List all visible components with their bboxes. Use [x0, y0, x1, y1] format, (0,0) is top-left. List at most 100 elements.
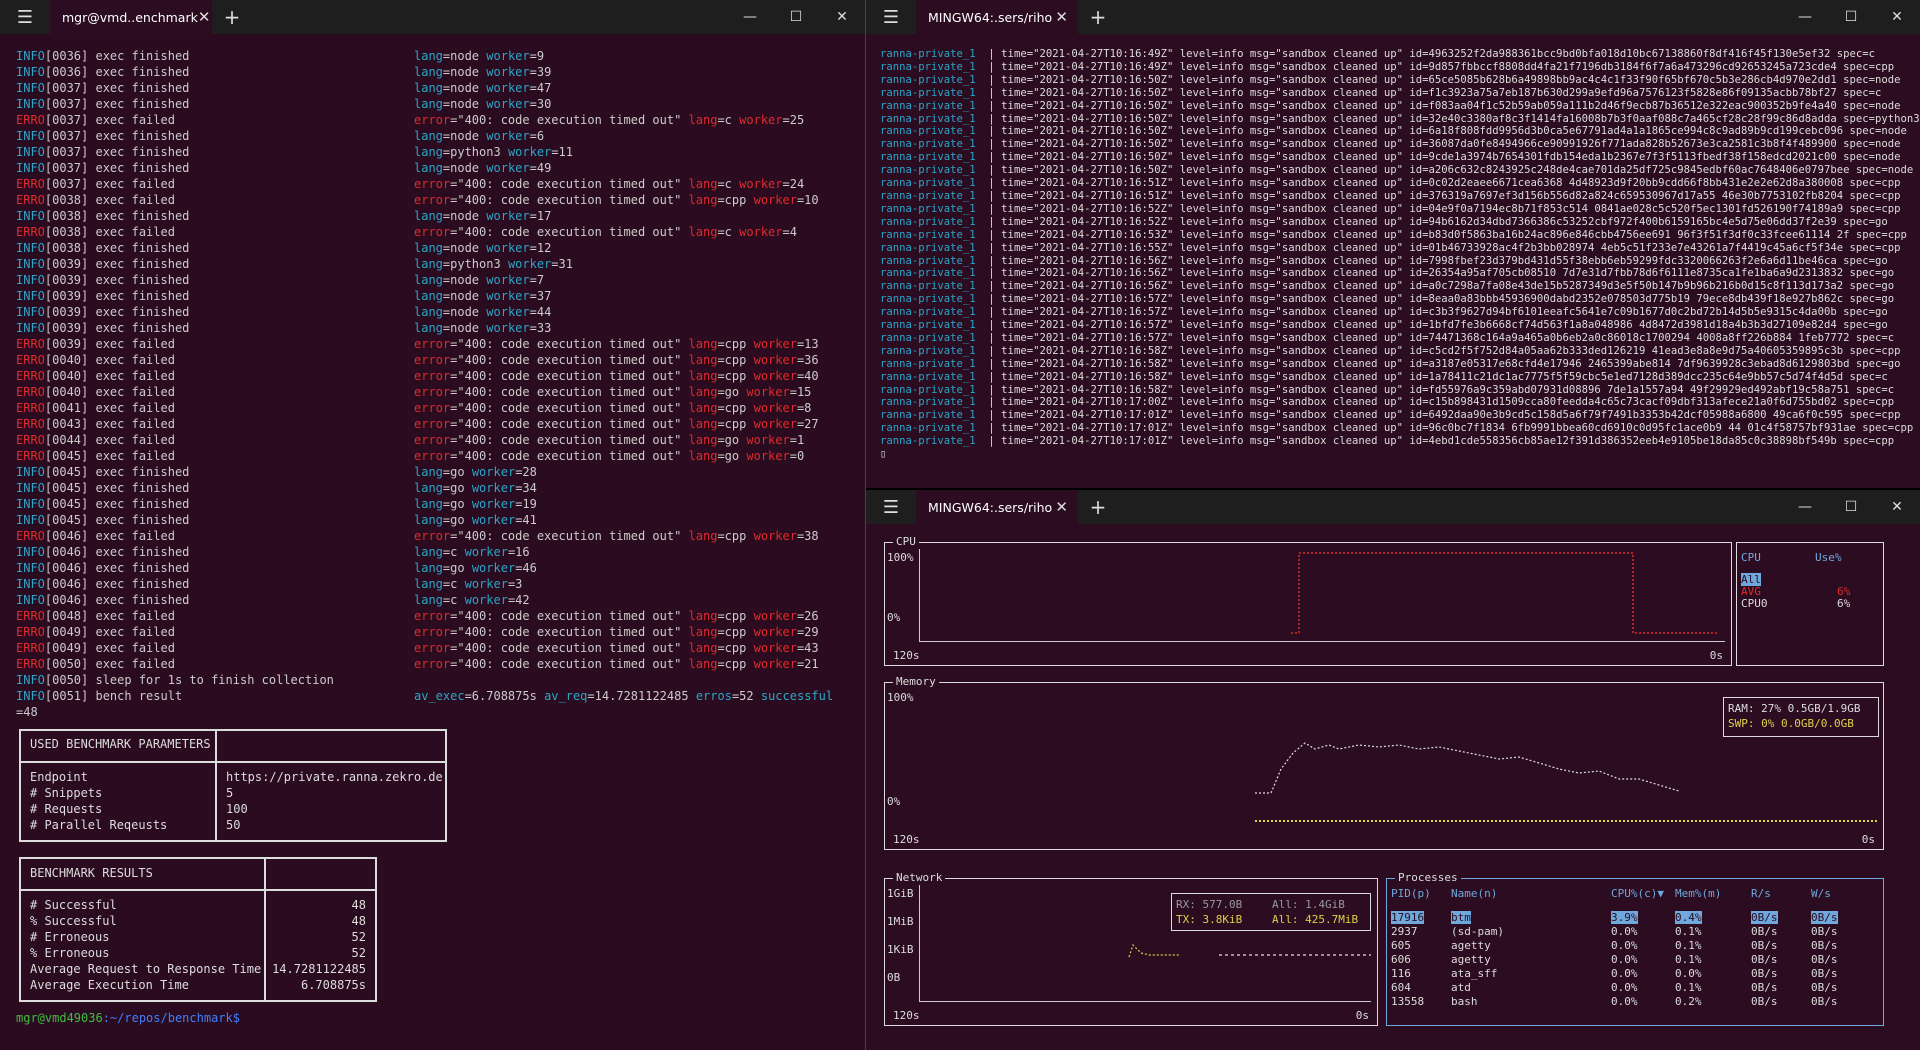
- process-cell[interactable]: 13558: [1391, 995, 1424, 1008]
- process-col-header[interactable]: Mem%(m): [1675, 887, 1721, 900]
- field-value: =37: [529, 289, 552, 303]
- log-fields: lang=node worker=47: [414, 80, 551, 96]
- process-cell[interactable]: atd: [1451, 981, 1471, 994]
- process-cell[interactable]: btm: [1451, 911, 1471, 924]
- new-tab-icon[interactable]: +: [1078, 5, 1118, 29]
- field-value: =41: [515, 513, 537, 527]
- process-cell[interactable]: 2937: [1391, 925, 1418, 938]
- process-cell[interactable]: 0B/s: [1751, 925, 1778, 938]
- process-cell[interactable]: bash: [1451, 995, 1478, 1008]
- process-cell[interactable]: 0.0%: [1611, 967, 1638, 980]
- table-value: https://private.ranna.zekro.de: [226, 770, 443, 784]
- field-key: lang: [414, 321, 443, 335]
- log-message: ERRO[0039] exec failed: [16, 336, 175, 352]
- field-value: =24: [782, 177, 805, 191]
- cursor[interactable]: ▯: [880, 448, 1920, 461]
- process-col-header[interactable]: Name(n): [1451, 887, 1497, 900]
- log-message: INFO[0045] exec finished: [16, 496, 189, 512]
- process-col-header[interactable]: R/s: [1751, 887, 1771, 900]
- log-fields: error="400: code execution timed out" la…: [414, 368, 819, 384]
- menu-icon[interactable]: ☰: [866, 490, 916, 524]
- close-window-icon[interactable]: ✕: [819, 0, 865, 34]
- process-cell[interactable]: 0B/s: [1811, 911, 1838, 924]
- process-cell[interactable]: 0B/s: [1811, 967, 1838, 980]
- cpu0-value: 6%: [1837, 597, 1851, 610]
- process-cell[interactable]: 0.2%: [1675, 995, 1702, 1008]
- close-tab-icon[interactable]: ✕: [1055, 498, 1068, 516]
- process-cell[interactable]: (sd-pam): [1451, 925, 1504, 938]
- menu-icon[interactable]: ☰: [0, 0, 50, 34]
- field-value: =12: [529, 241, 552, 255]
- process-cell[interactable]: 0.1%: [1675, 981, 1702, 994]
- field-value: =cpp: [717, 625, 747, 639]
- cpu0-row[interactable]: CPU0: [1741, 597, 1768, 610]
- process-cell[interactable]: 0B/s: [1751, 967, 1778, 980]
- process-cell[interactable]: 0B/s: [1811, 995, 1838, 1008]
- process-cell[interactable]: 0.0%: [1611, 981, 1638, 994]
- log-line: INFO[0045] exec finished lang=go worker=4…: [16, 512, 856, 528]
- log-line: ranna-private_1 | time="2021-04-27T10:16…: [880, 241, 1901, 254]
- maximize-icon[interactable]: ☐: [773, 0, 819, 34]
- process-cell[interactable]: 0B/s: [1751, 953, 1778, 966]
- tab-mingw[interactable]: MINGW64:.sers/riho ✕: [916, 490, 1078, 524]
- tab-benchmark[interactable]: mgr@vmd..enchmark ✕: [50, 0, 212, 34]
- process-cell[interactable]: 0.0%: [1675, 967, 1702, 980]
- log-line: ERRO[0043] exec failed error="400: code e…: [16, 416, 856, 432]
- log-message: INFO[0039] exec finished: [16, 272, 189, 288]
- log-message: INFO[0046] exec finished: [16, 576, 189, 592]
- field-value: =c: [442, 545, 458, 559]
- process-cell[interactable]: 0B/s: [1751, 995, 1778, 1008]
- close-tab-icon[interactable]: ✕: [1055, 8, 1068, 26]
- process-cell[interactable]: 0.1%: [1675, 953, 1702, 966]
- minimize-icon[interactable]: —: [727, 0, 773, 34]
- tab-mingw[interactable]: MINGW64:.sers/riho ✕: [916, 0, 1078, 34]
- log-line: ERRO[0041] exec failed error="400: code e…: [16, 400, 856, 416]
- process-cell[interactable]: 0B/s: [1811, 953, 1838, 966]
- shell-prompt[interactable]: mgr@vmd49036:~/repos/benchmark$: [16, 1011, 240, 1025]
- maximize-icon[interactable]: ☐: [1828, 0, 1874, 34]
- minimize-icon[interactable]: —: [1782, 0, 1828, 34]
- process-cell[interactable]: ata_sff: [1451, 967, 1497, 980]
- log-level: ERRO: [16, 529, 45, 543]
- cpu-legend-panel: CPU Use% All AVG 6% CPU0 6%: [1736, 542, 1884, 666]
- process-cell[interactable]: 0.1%: [1675, 939, 1702, 952]
- process-cell[interactable]: 606: [1391, 953, 1411, 966]
- process-cell[interactable]: 605: [1391, 939, 1411, 952]
- process-cell[interactable]: 0B/s: [1811, 939, 1838, 952]
- process-cell[interactable]: 17916: [1391, 911, 1425, 924]
- process-cell[interactable]: 0.0%: [1611, 939, 1638, 952]
- process-cell[interactable]: 604: [1391, 981, 1411, 994]
- process-cell[interactable]: 3.9%: [1611, 911, 1638, 924]
- process-cell[interactable]: agetty: [1451, 953, 1491, 966]
- log-fields: error="400: code execution timed out" la…: [414, 192, 819, 208]
- process-cell[interactable]: 0B/s: [1751, 939, 1778, 952]
- process-cell[interactable]: 0.0%: [1611, 953, 1638, 966]
- process-cell[interactable]: 0.4%: [1675, 911, 1702, 924]
- new-tab-icon[interactable]: +: [1078, 495, 1118, 519]
- close-tab-icon[interactable]: ✕: [198, 8, 211, 26]
- minimize-icon[interactable]: —: [1782, 490, 1828, 524]
- process-cell[interactable]: 0B/s: [1811, 981, 1838, 994]
- menu-icon[interactable]: ☰: [866, 0, 916, 34]
- process-col-header[interactable]: CPU%(c)▼: [1611, 887, 1664, 900]
- new-tab-icon[interactable]: +: [212, 5, 252, 29]
- close-window-icon[interactable]: ✕: [1874, 490, 1920, 524]
- log-line: ranna-private_1 | time="2021-04-27T10:16…: [880, 138, 1901, 151]
- process-cell[interactable]: 0B/s: [1751, 911, 1778, 924]
- log-fields: lang=c worker=3: [414, 576, 522, 592]
- maximize-icon[interactable]: ☐: [1828, 490, 1874, 524]
- process-cell[interactable]: 0B/s: [1811, 925, 1838, 938]
- field-key: lang: [414, 65, 443, 79]
- close-window-icon[interactable]: ✕: [1874, 0, 1920, 34]
- process-cell[interactable]: 116: [1391, 967, 1411, 980]
- process-col-header[interactable]: PID(p): [1391, 887, 1431, 900]
- process-cell[interactable]: 0B/s: [1751, 981, 1778, 994]
- process-cell[interactable]: 0.1%: [1675, 925, 1702, 938]
- process-cell[interactable]: agetty: [1451, 939, 1491, 952]
- process-col-header[interactable]: W/s: [1811, 887, 1831, 900]
- process-cell[interactable]: 0.0%: [1611, 925, 1638, 938]
- field-value: =38: [796, 529, 819, 543]
- process-cell[interactable]: 0.0%: [1611, 995, 1638, 1008]
- field-key: error: [414, 113, 451, 127]
- log-text: [0037] exec failed: [44, 113, 175, 127]
